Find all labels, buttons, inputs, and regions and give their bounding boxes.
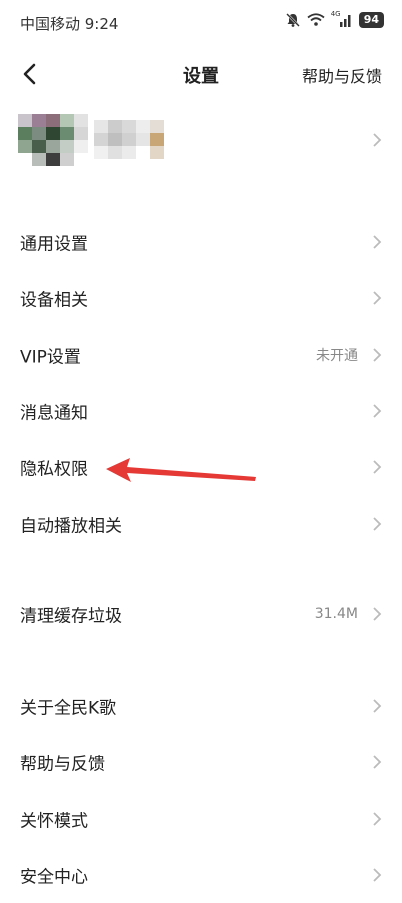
help-feedback-link[interactable]: 帮助与反馈 bbox=[302, 63, 382, 87]
back-button[interactable] bbox=[14, 58, 46, 90]
annotation-arrow-icon bbox=[106, 458, 256, 482]
settings-item-about[interactable]: 关于全民K歌 bbox=[0, 678, 402, 734]
battery-icon: 94 bbox=[358, 12, 384, 28]
chevron-right-icon bbox=[373, 812, 382, 826]
status-bar: 中国移动 9:24 4G 94 bbox=[0, 0, 402, 46]
item-label: 设备相关 bbox=[20, 290, 88, 311]
settings-item-clear-cache[interactable]: 清理缓存垃圾 31.4M bbox=[0, 586, 402, 642]
item-label: 通用设置 bbox=[20, 234, 88, 255]
avatar bbox=[18, 114, 90, 166]
username-blurred bbox=[94, 114, 176, 166]
settings-item-autoplay[interactable]: 自动播放相关 bbox=[0, 496, 402, 552]
chevron-right-icon bbox=[373, 348, 382, 362]
item-label: 清理缓存垃圾 bbox=[20, 606, 122, 627]
chevron-right-icon bbox=[373, 755, 382, 769]
profile-row[interactable] bbox=[0, 100, 402, 180]
settings-item-vip[interactable]: VIP设置 未开通 bbox=[0, 327, 402, 383]
item-label: 关于全民K歌 bbox=[20, 698, 117, 719]
item-label: 关怀模式 bbox=[20, 811, 88, 832]
item-label: 安全中心 bbox=[20, 867, 88, 888]
nav-bar: 设置 帮助与反馈 bbox=[0, 46, 402, 100]
item-label: 消息通知 bbox=[20, 403, 88, 424]
settings-item-care-mode[interactable]: 关怀模式 bbox=[0, 791, 402, 847]
settings-item-general[interactable]: 通用设置 bbox=[0, 214, 402, 270]
chevron-right-icon bbox=[373, 460, 382, 474]
chevron-right-icon bbox=[373, 517, 382, 531]
settings-item-device[interactable]: 设备相关 bbox=[0, 270, 402, 326]
settings-item-help[interactable]: 帮助与反馈 bbox=[0, 734, 402, 790]
item-label: 帮助与反馈 bbox=[20, 754, 105, 775]
chevron-right-icon bbox=[373, 291, 382, 305]
chevron-right-icon bbox=[373, 699, 382, 713]
wifi-icon bbox=[307, 13, 325, 27]
item-label: 自动播放相关 bbox=[20, 516, 122, 537]
back-arrow-icon bbox=[23, 63, 36, 85]
carrier-time: 中国移动 9:24 bbox=[20, 15, 119, 33]
chevron-right-icon bbox=[373, 404, 382, 418]
vip-status: 未开通 bbox=[316, 348, 358, 364]
settings-item-notifications[interactable]: 消息通知 bbox=[0, 383, 402, 439]
chevron-right-icon bbox=[373, 235, 382, 249]
item-label: 隐私权限 bbox=[20, 459, 88, 480]
chevron-right-icon bbox=[373, 868, 382, 882]
item-label: VIP设置 bbox=[20, 347, 81, 368]
chevron-right-icon bbox=[373, 607, 382, 621]
cellular-signal-icon: 4G bbox=[331, 10, 353, 28]
settings-item-security[interactable]: 安全中心 bbox=[0, 847, 402, 903]
mute-bell-icon bbox=[285, 12, 301, 28]
chevron-right-icon bbox=[373, 133, 382, 147]
cache-size: 31.4M bbox=[314, 606, 358, 622]
status-icons: 4G 94 bbox=[285, 10, 384, 28]
